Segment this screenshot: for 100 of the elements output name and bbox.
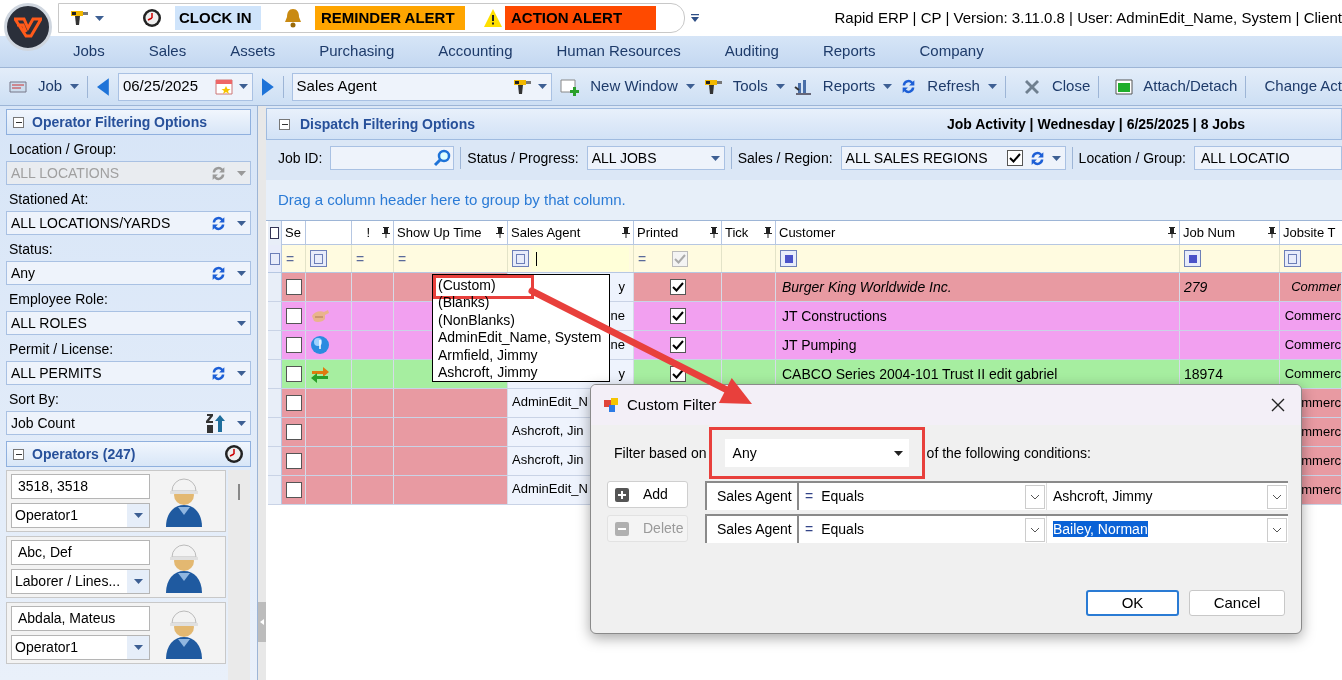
toolbar-button[interactable]: Attach/Detach	[1115, 75, 1238, 98]
status-dropdown[interactable]: ALL JOBS	[586, 146, 725, 170]
next-arrow-icon[interactable]	[260, 76, 275, 97]
collapse-icon[interactable]	[279, 118, 290, 130]
menu-item[interactable]: Human Resources	[556, 40, 681, 63]
region-dropdown[interactable]: ALL SALES REGIONS	[840, 146, 1066, 170]
menu-item[interactable]: Reports	[822, 40, 876, 63]
toolbar-button[interactable]: Change Act	[1264, 75, 1342, 98]
checkbox[interactable]	[1006, 150, 1023, 166]
operator-name-field[interactable]: Abc, Def	[11, 540, 150, 565]
action-alert-button[interactable]: ACTION ALERT	[505, 6, 656, 30]
checkbox[interactable]	[285, 424, 302, 440]
checkbox[interactable]	[669, 279, 686, 295]
filter-input[interactable]	[532, 246, 629, 271]
job-menu-button[interactable]: Job	[8, 75, 80, 98]
match-dropdown[interactable]: Any	[724, 439, 909, 467]
value-dropdown[interactable]: Bailey, Norman	[1047, 516, 1288, 543]
date-field[interactable]: 06/25/2025	[117, 72, 253, 101]
toolbar-button[interactable]: Reports	[792, 75, 876, 98]
column-header[interactable]: Tick	[725, 222, 762, 243]
checkbox[interactable]	[285, 366, 302, 382]
condition-field[interactable]: Sales Agent	[707, 483, 799, 510]
clock-in-button[interactable]: CLOCK IN	[175, 6, 261, 30]
menu-item[interactable]: Accounting	[438, 40, 513, 63]
column-chooser-icon[interactable]	[268, 221, 282, 245]
checkbox[interactable]	[285, 337, 302, 353]
role-dropdown[interactable]: Operator1	[11, 503, 150, 528]
checkbox[interactable]	[669, 308, 686, 324]
toolbar-button[interactable]: New Window	[560, 75, 678, 98]
collapse-icon[interactable]	[13, 448, 24, 460]
collapse-icon[interactable]	[13, 116, 24, 128]
column-header[interactable]: !	[355, 222, 380, 243]
filter-operator[interactable]: =	[356, 251, 365, 266]
close-icon[interactable]	[1271, 398, 1285, 412]
chevron-down-icon[interactable]	[1030, 526, 1040, 533]
filter-operator[interactable]: =	[398, 251, 407, 266]
caret-icon	[237, 320, 246, 326]
operator-card[interactable]: 3518, 3518 Operator1	[6, 470, 226, 532]
chevron-down-icon[interactable]	[1272, 493, 1282, 500]
column-header[interactable]: Sales Agent	[511, 222, 620, 243]
job-id-field[interactable]	[330, 146, 455, 170]
operator-dropdown[interactable]: = Equals	[799, 516, 1047, 543]
field-label: Permit / License:	[8, 340, 115, 359]
condition-field[interactable]: Sales Agent	[707, 516, 799, 543]
toolbar-button[interactable]: Close	[1021, 75, 1091, 98]
menu-item[interactable]: Assets	[230, 40, 276, 63]
text-filter-icon[interactable]	[310, 250, 327, 267]
dropdown-field[interactable]: Any	[6, 261, 251, 285]
chevron-down-icon[interactable]	[1272, 526, 1282, 533]
dropdown-field[interactable]: ALL PERMITS	[6, 361, 251, 385]
filter-operator[interactable]: =	[638, 251, 647, 266]
customize-icon[interactable]	[691, 13, 699, 23]
chevron-down-icon[interactable]	[1030, 493, 1040, 500]
checkbox[interactable]	[285, 453, 302, 469]
checkbox[interactable]	[285, 308, 302, 324]
reminder-alert-button[interactable]: REMINDER ALERT	[315, 6, 465, 30]
dropdown-field[interactable]: Job Count	[6, 411, 251, 435]
dropdown-field[interactable]: ALL LOCATIONS/YARDS	[6, 211, 251, 235]
ok-button[interactable]: OK	[1086, 590, 1179, 616]
role-dropdown[interactable]: Laborer / Lines...	[11, 569, 150, 594]
operator-name-field[interactable]: Abdala, Mateus	[11, 606, 150, 631]
filter-icon[interactable]	[780, 250, 797, 267]
operator-name-field[interactable]: 3518, 3518	[11, 474, 150, 499]
checkbox[interactable]	[669, 337, 686, 353]
text-filter-icon[interactable]	[512, 250, 529, 267]
column-header[interactable]: Printed	[637, 222, 708, 243]
cancel-button[interactable]: Cancel	[1189, 590, 1285, 616]
operator-card[interactable]: Abdala, Mateus Operator1	[6, 602, 226, 664]
menu-item[interactable]: Purchasing	[319, 40, 395, 63]
role-dropdown[interactable]: Operator1	[11, 635, 150, 660]
clock-icon	[224, 444, 244, 464]
dropdown-field[interactable]: ALL ROLES	[6, 311, 251, 335]
previous-arrow-icon[interactable]	[96, 76, 110, 97]
add-button[interactable]: Add	[607, 481, 688, 508]
toolbar-button[interactable]: Refresh	[900, 75, 980, 98]
column-header[interactable]: Customer	[779, 222, 1166, 243]
filter-operator[interactable]: =	[286, 251, 295, 266]
operator-card[interactable]: Abc, Def Laborer / Lines...	[6, 536, 226, 598]
menu-item[interactable]: Company	[919, 40, 984, 63]
caret-icon	[237, 220, 246, 226]
dropdown-option[interactable]: (Blanks)	[438, 295, 490, 310]
column-header[interactable]: Job Num	[1183, 222, 1266, 243]
column-header[interactable]: Se	[285, 222, 302, 243]
operator-dropdown[interactable]: = Equals	[799, 483, 1047, 510]
refresh-icon	[210, 364, 227, 382]
view-field[interactable]: Sales Agent	[291, 72, 553, 101]
dropdown-option[interactable]: (Custom)	[438, 277, 496, 292]
filter-icon[interactable]	[1184, 250, 1201, 267]
column-header[interactable]: Show Up Time	[397, 222, 494, 243]
menu-item[interactable]: Sales	[148, 40, 187, 63]
checkbox[interactable]	[285, 482, 302, 498]
checkbox[interactable]	[285, 395, 302, 411]
menu-item[interactable]: Jobs	[73, 40, 105, 63]
toolbar-button[interactable]: Tools	[702, 75, 768, 98]
column-header[interactable]: Jobsite T	[1283, 222, 1342, 243]
checkbox[interactable]	[285, 279, 302, 295]
job-activity-summary: Job Activity | Wednesday | 6/25/2025 | 8 Jobs	[946, 114, 1245, 134]
location-dropdown[interactable]: ALL LOCATIO	[1194, 146, 1342, 170]
menu-item[interactable]: Auditing	[724, 40, 779, 63]
text-filter-icon[interactable]	[1284, 250, 1301, 267]
